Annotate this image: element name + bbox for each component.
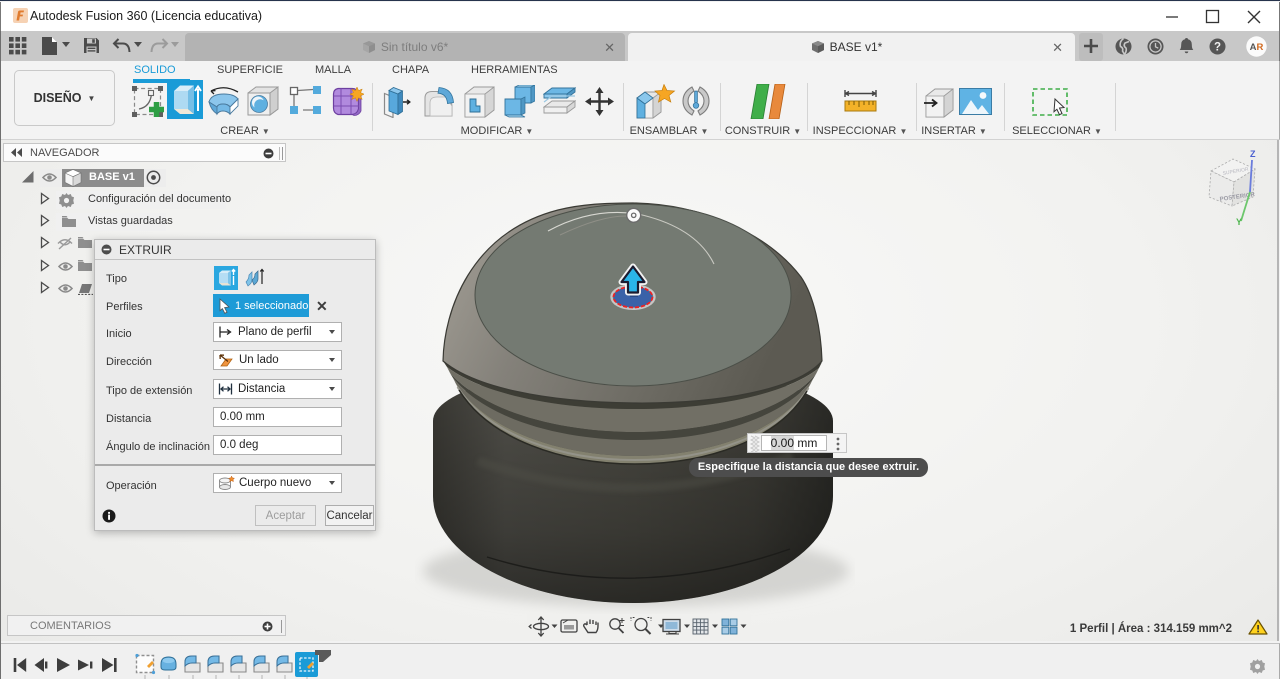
- svg-text:?: ?: [1214, 41, 1221, 53]
- svg-text:Y: Y: [1236, 217, 1242, 226]
- svg-text:Z: Z: [1250, 149, 1256, 159]
- svg-text:AR: AR: [1250, 42, 1264, 53]
